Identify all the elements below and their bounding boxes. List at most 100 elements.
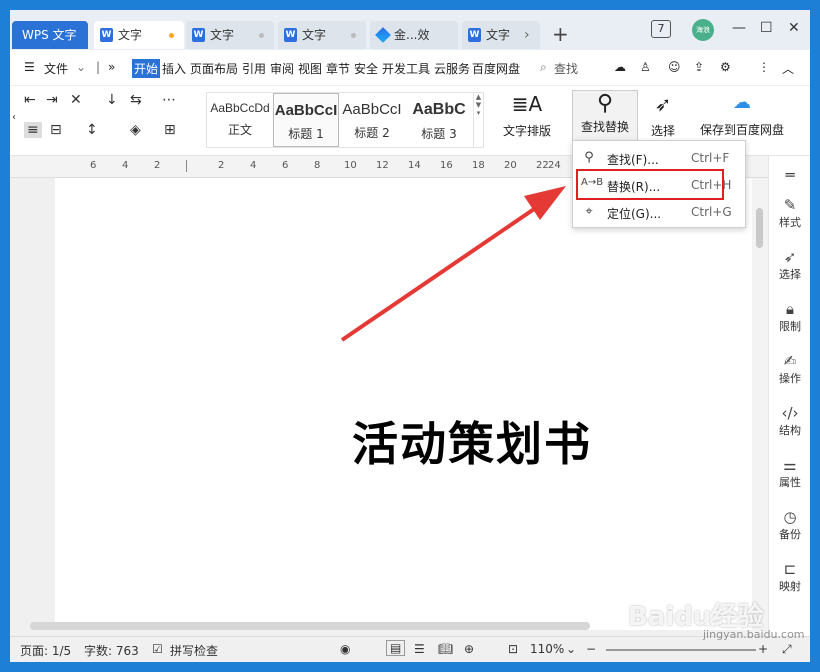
eye-icon[interactable]: ◉ — [340, 642, 350, 656]
decrease-indent-icon[interactable]: ⇤ — [24, 92, 36, 108]
find-replace-button[interactable]: ⚲ 查找替换 — [572, 90, 638, 144]
app-tab-wps[interactable]: WPS 文字 — [12, 21, 88, 49]
fit-page-icon[interactable]: ⊡ — [508, 642, 518, 656]
menu-page-layout[interactable]: 页面布局 — [190, 60, 238, 77]
style-heading-2[interactable]: AaBbCcI 标题 2 — [339, 93, 405, 147]
scrollbar-thumb[interactable] — [756, 208, 763, 248]
shading-icon[interactable]: ◈ — [130, 122, 141, 138]
doc-tab-2[interactable]: W 文字 — [186, 21, 274, 49]
spellcheck-label[interactable]: 拼写检查 — [170, 642, 218, 659]
doc-tab-label: 文字 — [302, 28, 327, 42]
zoom-slider[interactable] — [606, 649, 756, 651]
document-page[interactable] — [55, 178, 752, 630]
hamburger-icon[interactable]: ☰ — [24, 60, 35, 74]
pencil-icon: ✎ — [783, 196, 797, 214]
chevron-down-icon[interactable]: ⌄ — [76, 60, 86, 74]
panel-operation[interactable]: ✍ 操作 — [769, 352, 810, 386]
panel-label: 备份 — [779, 528, 801, 541]
zoom-in-icon[interactable]: + — [758, 642, 768, 656]
checkbox-icon[interactable]: ☑ — [152, 642, 163, 656]
doc-tab-3[interactable]: W 文字 — [278, 21, 366, 49]
style-normal[interactable]: AaBbCcDd 正文 — [207, 93, 273, 147]
menu-view[interactable]: 视图 — [298, 60, 322, 77]
line-spacing-icon[interactable]: ↕ — [86, 122, 98, 138]
save-baidu-button[interactable]: ☁ 保存到百度网盘 — [696, 86, 788, 148]
window-count-badge[interactable]: 7 — [651, 20, 671, 38]
fullscreen-icon[interactable]: ⤢ — [782, 642, 792, 657]
menu-cloud[interactable]: 云服务 — [434, 60, 470, 77]
menu-chapter[interactable]: 章节 — [326, 60, 350, 77]
reading-view-icon[interactable]: 📖︎ — [438, 642, 453, 656]
doc-tab-4[interactable]: 金...效 — [370, 21, 458, 49]
menu-goto[interactable]: ⌖ 定位(G)... Ctrl+G — [573, 199, 745, 225]
zoom-dropdown-icon[interactable]: ⌄ — [566, 642, 576, 656]
menu-find[interactable]: ⚲ 查找(F)... Ctrl+F — [573, 145, 745, 171]
page-view-icon[interactable]: ▤ — [386, 640, 406, 656]
zoom-out-icon[interactable]: − — [586, 642, 596, 656]
cloud-sync-icon[interactable]: ☁ — [614, 60, 626, 74]
menu-file[interactable]: 文件 — [44, 60, 68, 77]
zoom-value[interactable]: 110% — [530, 642, 564, 656]
upload-icon[interactable]: ⇪ — [694, 60, 704, 74]
settings-icon[interactable]: ⚙ — [720, 60, 731, 74]
collapse-ribbon-icon[interactable]: ︿ — [782, 60, 794, 77]
distribute-icon[interactable]: ⊟ — [50, 122, 62, 138]
minimize-icon[interactable]: — — [732, 20, 746, 36]
table-ruler-icon[interactable]: ⋯ — [162, 92, 176, 108]
menu-insert[interactable]: 插入 — [162, 60, 186, 77]
indent-marker-icon[interactable] — [186, 160, 187, 172]
page-indicator[interactable]: 页面: 1/5 — [20, 642, 71, 659]
borders-icon[interactable]: ⊞ — [164, 122, 176, 138]
ribbon-scroll-left-icon[interactable]: ‹ — [12, 112, 16, 123]
horizontal-scrollbar[interactable] — [30, 622, 590, 630]
doc-tab-1[interactable]: W 文字 — [94, 21, 184, 49]
menu-item-label: 定位(G)... — [607, 207, 662, 221]
vertical-scrollbar[interactable] — [752, 178, 768, 636]
ruler-number: 12 — [376, 160, 389, 171]
tab-scroll-right-icon[interactable]: › — [524, 21, 530, 49]
menu-reference[interactable]: 引用 — [242, 60, 266, 77]
style-heading-1[interactable]: AaBbCcI 标题 1 — [273, 93, 339, 147]
search-icon[interactable]: ⌕ — [540, 60, 547, 75]
menu-security[interactable]: 安全 — [354, 60, 378, 77]
menu-search[interactable]: 查找 — [554, 60, 578, 77]
sort-icon[interactable]: ↓ — [106, 92, 118, 108]
avatar[interactable]: 海浪 — [692, 19, 714, 41]
panel-properties[interactable]: ⚌ 属性 — [769, 456, 810, 490]
doc-tab-label: 文字 — [118, 28, 143, 42]
show-marks-icon[interactable]: ⇆ — [130, 92, 142, 108]
close-icon[interactable]: ✕ — [788, 20, 800, 36]
panel-style[interactable]: ✎ 样式 — [769, 196, 810, 230]
web-view-icon[interactable]: ⊕ — [464, 642, 474, 656]
style-heading-3[interactable]: AaBbC 标题 3 — [405, 93, 473, 147]
text-layout-button[interactable]: ≣A 文字排版 — [496, 86, 558, 148]
panel-structure[interactable]: ‹/› 结构 — [769, 404, 810, 438]
menu-review[interactable]: 审阅 — [270, 60, 294, 77]
outline-view-icon[interactable]: ☰ — [414, 642, 425, 656]
new-tab-plus-icon[interactable]: + — [552, 20, 569, 48]
select-button[interactable]: ➶ 选择 — [644, 86, 682, 148]
panel-backup[interactable]: ◷ 备份 — [769, 508, 810, 542]
more-icon[interactable]: ⋮ — [758, 60, 770, 74]
increase-indent-icon[interactable]: ⇥ — [46, 92, 58, 108]
comment-icon[interactable]: ☺ — [668, 60, 681, 74]
doc-tab-label: 文字 — [486, 28, 511, 42]
menu-developer[interactable]: 开发工具 — [382, 60, 430, 77]
panel-restrict[interactable]: 🔒︎ 限制 — [769, 300, 810, 334]
maximize-icon[interactable]: ☐ — [760, 20, 773, 36]
style-gallery-scroll[interactable]: ▲ ▼ ▾ — [473, 93, 483, 147]
chinese-layout-icon[interactable]: ✕ — [70, 92, 82, 108]
menu-baidu[interactable]: 百度网盘 — [472, 60, 520, 77]
share-user-icon[interactable]: ♙ — [640, 60, 651, 74]
menu-expand-icon[interactable]: » — [108, 60, 115, 74]
document-area[interactable] — [10, 178, 770, 636]
menu-start[interactable]: 开始 — [132, 59, 161, 78]
word-count[interactable]: 字数: 763 — [84, 642, 139, 659]
align-justify-icon[interactable]: ≡ — [24, 122, 42, 138]
edit-doc-icon: ✍ — [783, 352, 797, 370]
panel-collapse-icon[interactable]: ═ — [769, 166, 810, 184]
panel-mapping[interactable]: ⊏ 映射 — [769, 560, 810, 594]
shortcut-label: Ctrl+G — [691, 205, 732, 219]
panel-select[interactable]: ➶ 选择 — [769, 248, 810, 282]
ruler-number: 4 — [122, 160, 129, 171]
